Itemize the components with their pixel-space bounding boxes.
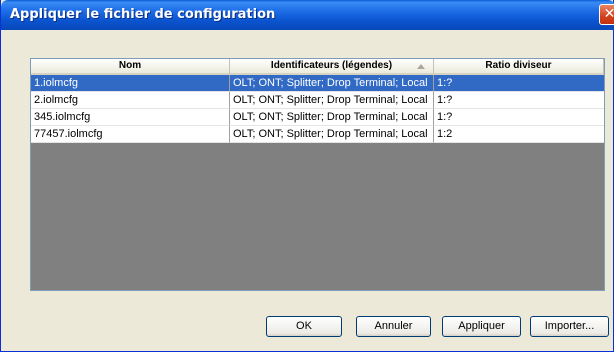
cancel-button[interactable]: Annuler	[356, 316, 431, 337]
window-title: Appliquer le fichier de configuration	[10, 7, 276, 22]
cell-identificateurs: OLT; ONT; Splitter; Drop Terminal; Local	[230, 109, 434, 126]
column-header-ratio[interactable]: Ratio diviseur	[434, 59, 604, 75]
table-row[interactable]: 345.iolmcfg OLT; ONT; Splitter; Drop Ter…	[31, 109, 604, 126]
cell-nom: 77457.iolmcfg	[31, 126, 230, 143]
cell-ratio: 1:?	[434, 92, 604, 109]
column-header-nom[interactable]: Nom	[31, 59, 230, 75]
apply-button[interactable]: Appliquer	[442, 316, 521, 337]
config-files-table[interactable]: Nom Identificateurs (légendes) Ratio div…	[30, 58, 605, 291]
dialog-window: Appliquer le fichier de configuration ✕ …	[0, 0, 614, 352]
title-bar[interactable]: Appliquer le fichier de configuration ✕	[1, 0, 614, 30]
table-row[interactable]: 2.iolmcfg OLT; ONT; Splitter; Drop Termi…	[31, 92, 604, 109]
import-button[interactable]: Importer...	[530, 316, 609, 337]
cell-nom: 345.iolmcfg	[31, 109, 230, 126]
cell-ratio: 1:?	[434, 75, 604, 92]
cell-identificateurs: OLT; ONT; Splitter; Drop Terminal; Local	[230, 92, 434, 109]
close-icon[interactable]: ✕	[599, 4, 614, 25]
cell-nom: 2.iolmcfg	[31, 92, 230, 109]
cell-ratio: 1:2	[434, 126, 604, 143]
sort-ascending-icon	[417, 64, 425, 69]
table-row[interactable]: 1.iolmcfg OLT; ONT; Splitter; Drop Termi…	[31, 75, 604, 92]
cell-identificateurs: OLT; ONT; Splitter; Drop Terminal; Local	[230, 126, 434, 143]
cell-identificateurs: OLT; ONT; Splitter; Drop Terminal; Local	[230, 75, 434, 92]
ok-button[interactable]: OK	[266, 316, 342, 337]
cell-nom: 1.iolmcfg	[31, 75, 230, 92]
table-row[interactable]: 77457.iolmcfg OLT; ONT; Splitter; Drop T…	[31, 126, 604, 143]
cell-ratio: 1:?	[434, 109, 604, 126]
column-header-identificateurs-label: Identificateurs (légendes)	[270, 60, 393, 71]
column-header-identificateurs[interactable]: Identificateurs (légendes)	[230, 59, 434, 75]
